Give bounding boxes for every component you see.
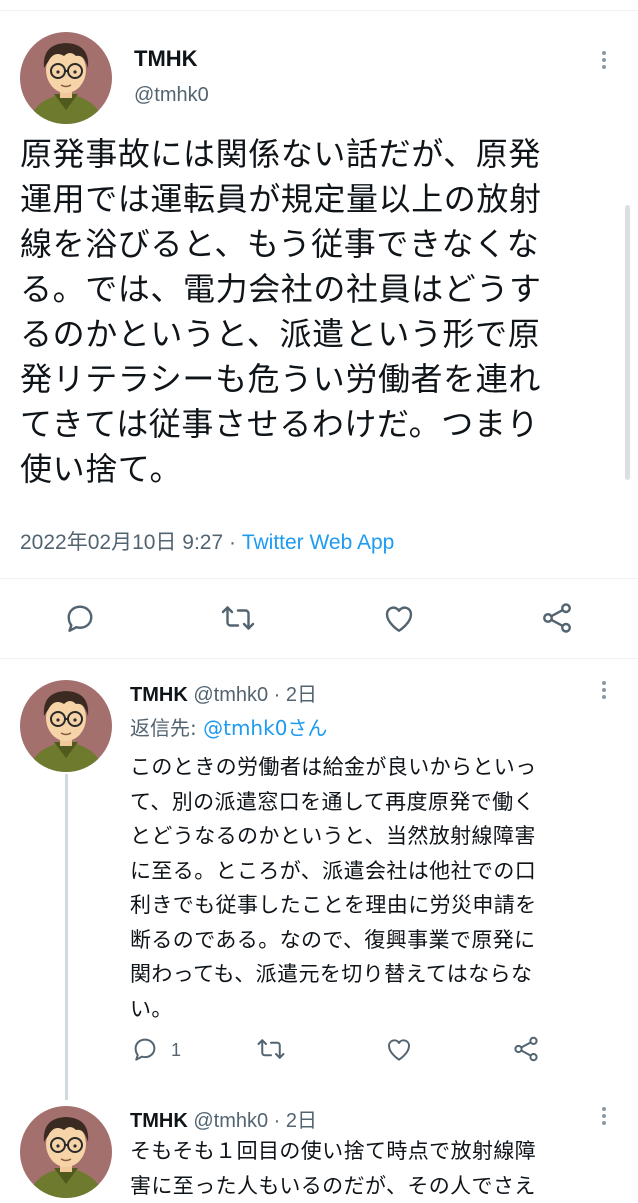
- avatar-image: [20, 32, 112, 124]
- divider: [0, 658, 638, 659]
- tweet-text: 原発事故には関係ない話だが、原発 運用では運転員が規定量以上の放射 線を浴びると…: [20, 135, 542, 488]
- more-options-icon[interactable]: [592, 678, 616, 702]
- avatar[interactable]: [20, 32, 112, 124]
- scrollbar[interactable]: [625, 205, 630, 480]
- like-icon: [385, 606, 413, 632]
- source-app-link[interactable]: Twitter Web App: [242, 531, 395, 554]
- user-handle[interactable]: @tmhk0: [193, 1110, 268, 1132]
- reply-icon: [134, 1038, 156, 1061]
- user-handle[interactable]: @tmhk0: [134, 84, 209, 107]
- replying-to-label: 返信先:: [130, 716, 204, 740]
- thread-connector-line: [65, 774, 68, 1100]
- reply-header: TMHK @tmhk0 · 2日: [130, 678, 317, 707]
- share-button[interactable]: [511, 1034, 541, 1064]
- retweet-icon: [221, 606, 255, 630]
- replying-to: 返信先: @tmhk0さん: [130, 712, 327, 741]
- share-icon: [543, 603, 571, 633]
- retweet-button[interactable]: [256, 1034, 286, 1064]
- timestamp[interactable]: 2022年02月10日 9:27: [20, 531, 223, 554]
- share-icon: [514, 1036, 538, 1062]
- like-button[interactable]: [381, 600, 417, 636]
- header-dot: ·: [273, 1110, 281, 1132]
- avatar[interactable]: [20, 680, 112, 772]
- header-dot: ·: [273, 684, 281, 706]
- tweet-text: そもそも１回目の使い捨て時点で放射線障 害に至った人もいるのだが、その人でさえ: [130, 1139, 537, 1198]
- like-button[interactable]: [384, 1034, 414, 1064]
- meta-separator: ·: [223, 531, 242, 554]
- tweet-meta: 2022年02月10日 9:27 · Twitter Web App: [20, 526, 394, 556]
- post-age[interactable]: 2日: [286, 1110, 317, 1132]
- display-name[interactable]: TMHK: [130, 684, 188, 706]
- divider: [0, 578, 638, 579]
- reply-header: TMHK @tmhk0 · 2日: [130, 1104, 317, 1133]
- reply-button[interactable]: [62, 600, 98, 636]
- top-border: [0, 0, 638, 11]
- avatar-image: [20, 1106, 112, 1198]
- retweet-button[interactable]: [220, 600, 256, 636]
- replying-to-user-link[interactable]: @tmhk0さん: [203, 716, 327, 740]
- share-button[interactable]: [539, 600, 575, 636]
- retweet-icon: [257, 1039, 285, 1059]
- more-options-icon[interactable]: [592, 48, 616, 72]
- reply-count: 1: [171, 1040, 182, 1060]
- avatar[interactable]: [20, 1106, 112, 1198]
- post-age[interactable]: 2日: [286, 684, 317, 706]
- like-icon: [387, 1039, 411, 1061]
- avatar-image: [20, 680, 112, 772]
- reply-icon: [67, 605, 93, 632]
- user-handle[interactable]: @tmhk0: [193, 684, 268, 706]
- display-name[interactable]: TMHK: [134, 46, 198, 72]
- display-name[interactable]: TMHK: [130, 1110, 188, 1132]
- reply-button[interactable]: [130, 1034, 160, 1064]
- more-options-icon[interactable]: [592, 1104, 616, 1128]
- tweet-text: このときの労働者は給金が良いからといっ て、別の派遣窓口を通して再度原発で働く …: [130, 755, 537, 1021]
